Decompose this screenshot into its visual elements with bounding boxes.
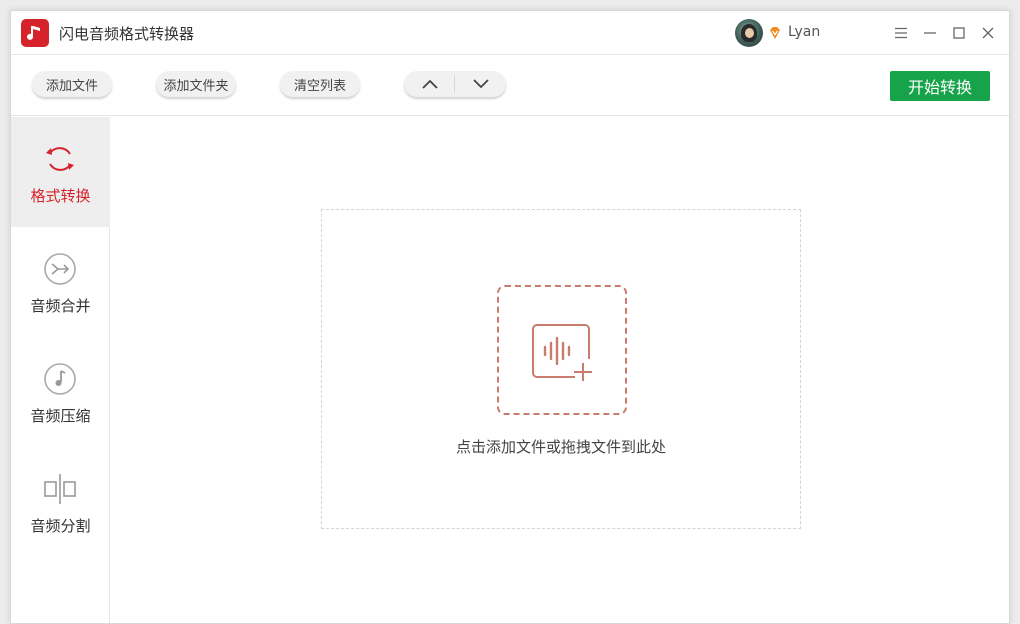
drop-hint-text: 点击添加文件或拖拽文件到此处 [455, 438, 666, 456]
move-down-button[interactable] [455, 71, 506, 97]
convert-cycle-icon [46, 147, 74, 171]
clear-list-button[interactable]: 清空列表 [280, 71, 360, 97]
music-disc-icon [44, 363, 76, 395]
title-bar: 闪电音频格式转换器 Lyan [11, 11, 1009, 55]
username[interactable]: Lyan [788, 24, 820, 40]
app-title: 闪电音频格式转换器 [59, 25, 195, 43]
chevron-up-icon [421, 79, 438, 89]
add-folder-button[interactable]: 添加文件夹 [156, 71, 236, 97]
sidebar-item-audio-split[interactable]: 音频分割 [11, 447, 110, 557]
sidebar-item-audio-merge[interactable]: 音频合并 [11, 227, 110, 337]
vip-diamond-icon [768, 25, 782, 39]
file-drop-zone[interactable]: 点击添加文件或拖拽文件到此处 [321, 209, 801, 529]
sidebar-item-audio-compress[interactable]: 音频压缩 [11, 337, 110, 447]
move-up-button[interactable] [404, 71, 455, 97]
sidebar-item-label: 音频压缩 [30, 407, 91, 425]
music-note-icon [21, 19, 49, 47]
add-file-button[interactable]: 添加文件 [32, 71, 112, 97]
sidebar-item-label: 音频合并 [30, 297, 91, 315]
close-icon[interactable] [976, 21, 1000, 45]
sidebar-item-label: 格式转换 [30, 187, 91, 205]
add-audio-icon [532, 324, 592, 381]
minimize-icon[interactable] [918, 21, 942, 45]
start-convert-button[interactable]: 开始转换 [890, 71, 990, 101]
sidebar-item-format-convert[interactable]: 格式转换 [11, 117, 110, 227]
chevron-down-icon [472, 79, 489, 89]
app-window: 闪电音频格式转换器 Lyan 添加文件 添加文件夹 清空列表 开始转换 格式转换… [10, 10, 1010, 624]
maximize-icon[interactable] [947, 21, 971, 45]
add-audio-button[interactable] [497, 285, 627, 415]
split-icon [44, 474, 76, 504]
menu-icon[interactable] [889, 21, 913, 45]
sidebar-item-label: 音频分割 [30, 517, 91, 535]
merge-icon [44, 253, 76, 285]
toolbar: 添加文件 添加文件夹 清空列表 开始转换 [11, 56, 1009, 116]
avatar[interactable] [735, 19, 763, 47]
reorder-buttons [404, 71, 506, 97]
sidebar: 格式转换 音频合并 音频压缩 音频分割 [11, 117, 110, 623]
